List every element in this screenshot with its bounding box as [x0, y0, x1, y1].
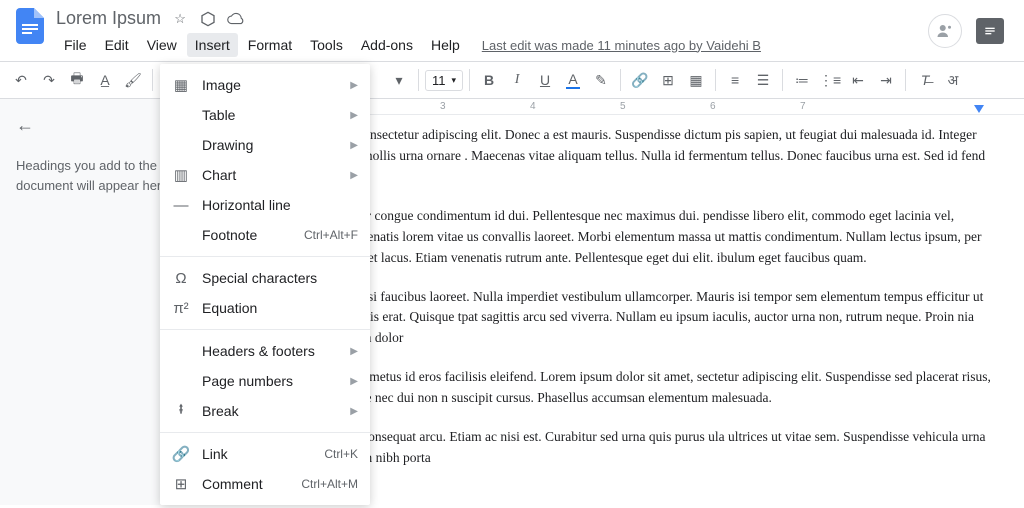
comments-icon[interactable]	[976, 18, 1004, 44]
chevron-right-icon: ▶	[350, 170, 358, 181]
insert-chart[interactable]: ▥Chart▶	[160, 160, 370, 190]
chevron-right-icon: ▶	[350, 346, 358, 357]
insert-horizontal-line[interactable]: —Horizontal line	[160, 190, 370, 220]
chevron-right-icon: ▶	[350, 406, 358, 417]
increase-indent-button[interactable]: ⇥	[873, 67, 899, 93]
move-icon[interactable]	[199, 10, 217, 28]
menu-view[interactable]: View	[139, 33, 185, 57]
pi-icon: π²	[172, 300, 190, 317]
align-button[interactable]: ≡	[722, 67, 748, 93]
break-icon: ⭻	[172, 399, 190, 424]
chevron-right-icon: ▶	[350, 140, 358, 151]
input-tools-button[interactable]: अ	[940, 67, 966, 93]
font-size-input[interactable]: 11▾	[425, 70, 463, 91]
insert-equation[interactable]: π²Equation	[160, 293, 370, 323]
insert-drawing[interactable]: Drawing▶	[160, 130, 370, 160]
outline-placeholder: Headings you add to the document will ap…	[16, 156, 173, 195]
add-comment-button[interactable]: ⊞	[655, 67, 681, 93]
numbered-list-button[interactable]: ≔	[789, 67, 815, 93]
star-icon[interactable]: ☆	[171, 10, 189, 28]
cloud-icon[interactable]	[227, 10, 245, 28]
image-icon: ▦	[172, 76, 190, 94]
link-icon: 🔗	[172, 445, 190, 463]
chevron-right-icon: ▶	[350, 376, 358, 387]
menu-help[interactable]: Help	[423, 33, 468, 57]
undo-button[interactable]: ↶	[8, 67, 34, 93]
insert-link-button[interactable]: 🔗	[627, 67, 653, 93]
menu-file[interactable]: File	[56, 33, 95, 57]
insert-image-button[interactable]: ▦	[683, 67, 709, 93]
insert-comment[interactable]: ⊞CommentCtrl+Alt+M	[160, 469, 370, 499]
print-button[interactable]: 🖶	[64, 67, 90, 93]
insert-page-numbers[interactable]: Page numbers▶	[160, 366, 370, 396]
redo-button[interactable]: ↷	[36, 67, 62, 93]
omega-icon: Ω	[172, 270, 190, 287]
bulleted-list-button[interactable]: ⋮≡	[817, 67, 843, 93]
insert-special-characters[interactable]: ΩSpecial characters	[160, 263, 370, 293]
back-arrow-icon[interactable]: ←	[16, 115, 173, 136]
insert-link[interactable]: 🔗LinkCtrl+K	[160, 439, 370, 469]
last-edit-link[interactable]: Last edit was made 11 minutes ago by Vai…	[482, 38, 761, 53]
decrease-indent-button[interactable]: ⇤	[845, 67, 871, 93]
underline-button[interactable]: U	[532, 67, 558, 93]
highlight-button[interactable]: ✎	[588, 67, 614, 93]
zoom-dropdown[interactable]: ▾	[386, 67, 412, 93]
document-title[interactable]: Lorem Ipsum	[56, 8, 161, 29]
toolbar: ↶ ↷ 🖶 A̲ 🖌 ▾ 11▾ B I U A ✎ 🔗 ⊞ ▦ ≡ ☰ ≔ ⋮…	[0, 61, 1024, 99]
menu-addons[interactable]: Add-ons	[353, 33, 421, 57]
insert-break[interactable]: ⭻Break▶	[160, 396, 370, 426]
insert-table[interactable]: Table▶	[160, 100, 370, 130]
insert-dropdown: ▦Image▶ Table▶ Drawing▶ ▥Chart▶ —Horizon…	[160, 64, 370, 505]
account-icon[interactable]	[928, 14, 962, 48]
comment-icon: ⊞	[172, 475, 190, 493]
spellcheck-button[interactable]: A̲	[92, 67, 118, 93]
ruler-marker-icon[interactable]	[974, 105, 984, 113]
insert-image[interactable]: ▦Image▶	[160, 70, 370, 100]
menu-insert[interactable]: Insert	[187, 33, 238, 57]
italic-button[interactable]: I	[504, 67, 530, 93]
chevron-right-icon: ▶	[350, 110, 358, 121]
line-icon: —	[172, 197, 190, 214]
bold-button[interactable]: B	[476, 67, 502, 93]
chart-icon: ▥	[172, 166, 190, 184]
menu-tools[interactable]: Tools	[302, 33, 351, 57]
line-spacing-button[interactable]: ☰	[750, 67, 776, 93]
menu-edit[interactable]: Edit	[97, 33, 137, 57]
docs-logo[interactable]	[12, 8, 48, 44]
text-color-button[interactable]: A	[560, 67, 586, 93]
menu-format[interactable]: Format	[240, 33, 300, 57]
chevron-right-icon: ▶	[350, 80, 358, 91]
insert-headers-footers[interactable]: Headers & footers▶	[160, 336, 370, 366]
insert-footnote[interactable]: FootnoteCtrl+Alt+F	[160, 220, 370, 250]
paint-format-button[interactable]: 🖌	[120, 67, 146, 93]
clear-formatting-button[interactable]: T̶	[912, 67, 938, 93]
